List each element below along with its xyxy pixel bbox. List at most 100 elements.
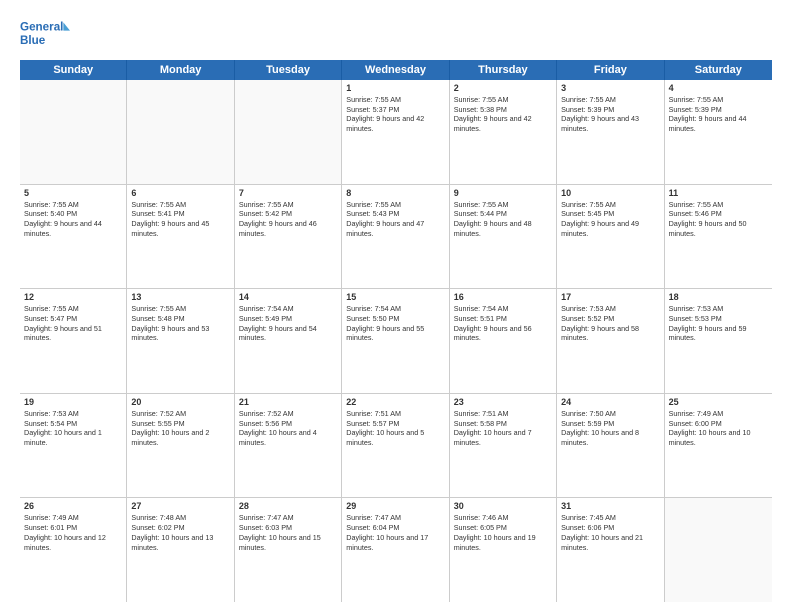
day-cell-21: 21 Sunrise: 7:52 AMSunset: 5:56 PMDaylig… [235,394,342,498]
day-number: 9 [454,188,552,198]
cell-info: Sunrise: 7:45 AMSunset: 6:06 PMDaylight:… [561,513,659,552]
day-number: 18 [669,292,768,302]
empty-cell [127,80,234,184]
cell-info: Sunrise: 7:55 AMSunset: 5:45 PMDaylight:… [561,200,659,239]
cell-info: Sunrise: 7:53 AMSunset: 5:54 PMDaylight:… [24,409,122,448]
day-cell-30: 30 Sunrise: 7:46 AMSunset: 6:05 PMDaylig… [450,498,557,602]
day-number: 8 [346,188,444,198]
day-header-monday: Monday [127,60,234,80]
day-cell-6: 6 Sunrise: 7:55 AMSunset: 5:41 PMDayligh… [127,185,234,289]
day-number: 12 [24,292,122,302]
cell-info: Sunrise: 7:55 AMSunset: 5:40 PMDaylight:… [24,200,122,239]
day-number: 6 [131,188,229,198]
cell-info: Sunrise: 7:55 AMSunset: 5:43 PMDaylight:… [346,200,444,239]
day-cell-3: 3 Sunrise: 7:55 AMSunset: 5:39 PMDayligh… [557,80,664,184]
day-number: 5 [24,188,122,198]
day-number: 11 [669,188,768,198]
cell-info: Sunrise: 7:50 AMSunset: 5:59 PMDaylight:… [561,409,659,448]
day-cell-11: 11 Sunrise: 7:55 AMSunset: 5:46 PMDaylig… [665,185,772,289]
day-cell-22: 22 Sunrise: 7:51 AMSunset: 5:57 PMDaylig… [342,394,449,498]
cell-info: Sunrise: 7:55 AMSunset: 5:48 PMDaylight:… [131,304,229,343]
cell-info: Sunrise: 7:52 AMSunset: 5:56 PMDaylight:… [239,409,337,448]
day-cell-28: 28 Sunrise: 7:47 AMSunset: 6:03 PMDaylig… [235,498,342,602]
day-number: 30 [454,501,552,511]
day-cell-25: 25 Sunrise: 7:49 AMSunset: 6:00 PMDaylig… [665,394,772,498]
day-number: 27 [131,501,229,511]
day-cell-19: 19 Sunrise: 7:53 AMSunset: 5:54 PMDaylig… [20,394,127,498]
day-cell-1: 1 Sunrise: 7:55 AMSunset: 5:37 PMDayligh… [342,80,449,184]
day-header-thursday: Thursday [450,60,557,80]
day-header-tuesday: Tuesday [235,60,342,80]
cell-info: Sunrise: 7:46 AMSunset: 6:05 PMDaylight:… [454,513,552,552]
day-cell-24: 24 Sunrise: 7:50 AMSunset: 5:59 PMDaylig… [557,394,664,498]
day-cell-16: 16 Sunrise: 7:54 AMSunset: 5:51 PMDaylig… [450,289,557,393]
day-cell-9: 9 Sunrise: 7:55 AMSunset: 5:44 PMDayligh… [450,185,557,289]
empty-cell [235,80,342,184]
header: General Blue [20,16,772,52]
day-number: 28 [239,501,337,511]
cell-info: Sunrise: 7:47 AMSunset: 6:03 PMDaylight:… [239,513,337,552]
cell-info: Sunrise: 7:49 AMSunset: 6:00 PMDaylight:… [669,409,768,448]
day-number: 16 [454,292,552,302]
cell-info: Sunrise: 7:47 AMSunset: 6:04 PMDaylight:… [346,513,444,552]
day-cell-31: 31 Sunrise: 7:45 AMSunset: 6:06 PMDaylig… [557,498,664,602]
day-number: 3 [561,83,659,93]
day-number: 22 [346,397,444,407]
cell-info: Sunrise: 7:51 AMSunset: 5:58 PMDaylight:… [454,409,552,448]
calendar-body: 1 Sunrise: 7:55 AMSunset: 5:37 PMDayligh… [20,80,772,602]
day-cell-2: 2 Sunrise: 7:55 AMSunset: 5:38 PMDayligh… [450,80,557,184]
day-cell-7: 7 Sunrise: 7:55 AMSunset: 5:42 PMDayligh… [235,185,342,289]
cell-info: Sunrise: 7:53 AMSunset: 5:52 PMDaylight:… [561,304,659,343]
day-number: 29 [346,501,444,511]
day-cell-13: 13 Sunrise: 7:55 AMSunset: 5:48 PMDaylig… [127,289,234,393]
day-cell-23: 23 Sunrise: 7:51 AMSunset: 5:58 PMDaylig… [450,394,557,498]
day-cell-15: 15 Sunrise: 7:54 AMSunset: 5:50 PMDaylig… [342,289,449,393]
cell-info: Sunrise: 7:55 AMSunset: 5:44 PMDaylight:… [454,200,552,239]
day-number: 15 [346,292,444,302]
day-number: 2 [454,83,552,93]
cell-info: Sunrise: 7:51 AMSunset: 5:57 PMDaylight:… [346,409,444,448]
day-number: 7 [239,188,337,198]
day-cell-8: 8 Sunrise: 7:55 AMSunset: 5:43 PMDayligh… [342,185,449,289]
week-row-3: 19 Sunrise: 7:53 AMSunset: 5:54 PMDaylig… [20,394,772,499]
day-header-friday: Friday [557,60,664,80]
cell-info: Sunrise: 7:55 AMSunset: 5:38 PMDaylight:… [454,95,552,134]
day-cell-18: 18 Sunrise: 7:53 AMSunset: 5:53 PMDaylig… [665,289,772,393]
day-number: 26 [24,501,122,511]
day-number: 10 [561,188,659,198]
logo: General Blue [20,16,70,52]
day-number: 13 [131,292,229,302]
calendar: SundayMondayTuesdayWednesdayThursdayFrid… [20,60,772,602]
svg-text:Blue: Blue [20,34,46,47]
svg-text:General: General [20,21,63,34]
cell-info: Sunrise: 7:55 AMSunset: 5:46 PMDaylight:… [669,200,768,239]
day-cell-10: 10 Sunrise: 7:55 AMSunset: 5:45 PMDaylig… [557,185,664,289]
day-number: 31 [561,501,659,511]
day-number: 17 [561,292,659,302]
empty-cell [665,498,772,602]
calendar-header: SundayMondayTuesdayWednesdayThursdayFrid… [20,60,772,80]
day-cell-20: 20 Sunrise: 7:52 AMSunset: 5:55 PMDaylig… [127,394,234,498]
day-cell-29: 29 Sunrise: 7:47 AMSunset: 6:04 PMDaylig… [342,498,449,602]
cell-info: Sunrise: 7:55 AMSunset: 5:42 PMDaylight:… [239,200,337,239]
cell-info: Sunrise: 7:55 AMSunset: 5:41 PMDaylight:… [131,200,229,239]
day-number: 24 [561,397,659,407]
week-row-0: 1 Sunrise: 7:55 AMSunset: 5:37 PMDayligh… [20,80,772,185]
day-cell-27: 27 Sunrise: 7:48 AMSunset: 6:02 PMDaylig… [127,498,234,602]
empty-cell [20,80,127,184]
day-header-sunday: Sunday [20,60,127,80]
cell-info: Sunrise: 7:52 AMSunset: 5:55 PMDaylight:… [131,409,229,448]
cell-info: Sunrise: 7:55 AMSunset: 5:47 PMDaylight:… [24,304,122,343]
day-cell-4: 4 Sunrise: 7:55 AMSunset: 5:39 PMDayligh… [665,80,772,184]
week-row-1: 5 Sunrise: 7:55 AMSunset: 5:40 PMDayligh… [20,185,772,290]
cell-info: Sunrise: 7:55 AMSunset: 5:39 PMDaylight:… [669,95,768,134]
day-number: 25 [669,397,768,407]
day-number: 20 [131,397,229,407]
week-row-2: 12 Sunrise: 7:55 AMSunset: 5:47 PMDaylig… [20,289,772,394]
cell-info: Sunrise: 7:55 AMSunset: 5:39 PMDaylight:… [561,95,659,134]
cell-info: Sunrise: 7:54 AMSunset: 5:51 PMDaylight:… [454,304,552,343]
cell-info: Sunrise: 7:53 AMSunset: 5:53 PMDaylight:… [669,304,768,343]
day-header-saturday: Saturday [665,60,772,80]
cell-info: Sunrise: 7:49 AMSunset: 6:01 PMDaylight:… [24,513,122,552]
logo-svg: General Blue [20,16,70,52]
